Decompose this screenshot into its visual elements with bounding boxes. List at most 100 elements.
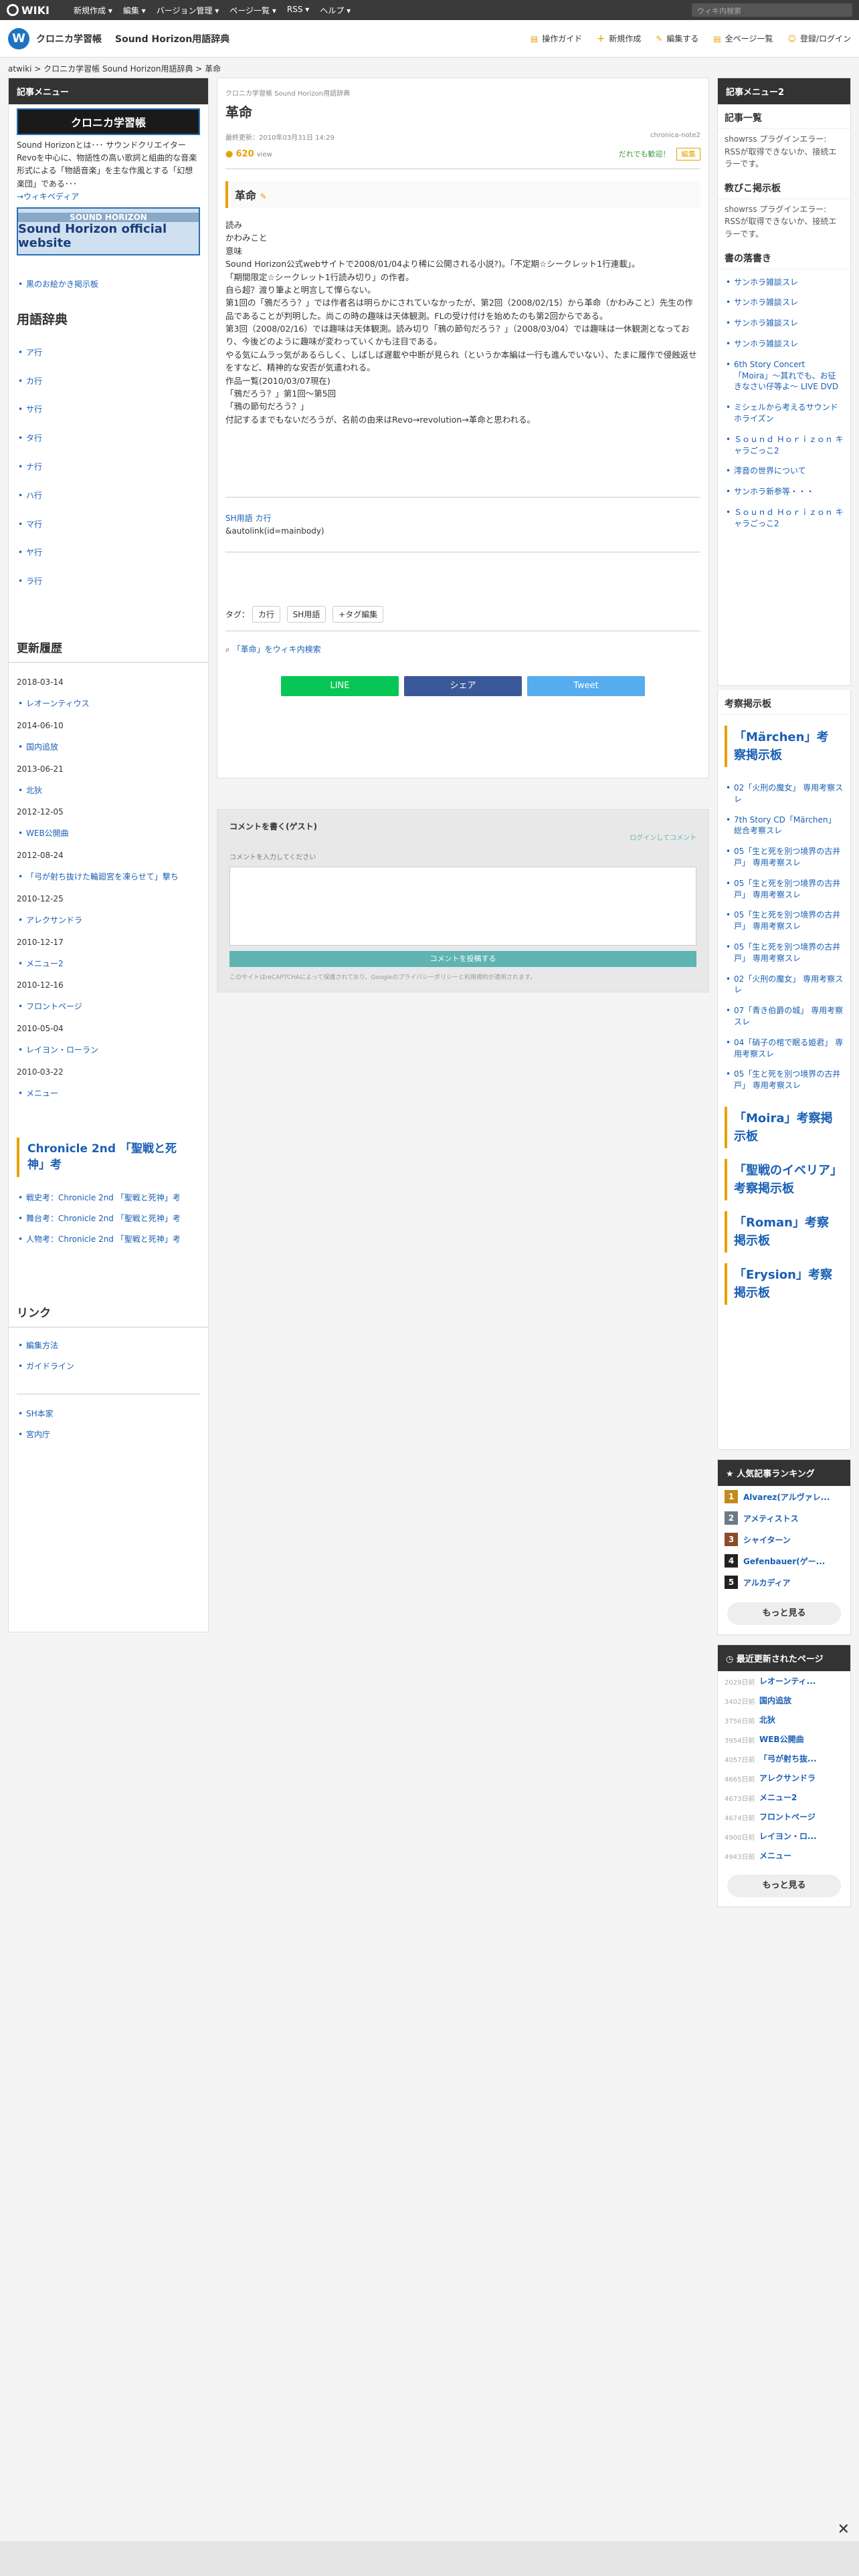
wiki-search-text[interactable]: 「革命」をウィキ内検索	[233, 645, 321, 654]
recent-link[interactable]: 「弓が射ち抜...	[759, 1753, 817, 1764]
dict-ta[interactable]: タ行	[17, 428, 200, 449]
marchen-link[interactable]: 02「火刑の魔女」 専用考察スレ	[734, 783, 843, 804]
recent-link[interactable]: WEB公開曲	[759, 1733, 804, 1745]
rank-link[interactable]: Alvarez(アルヴァレ...	[743, 1491, 830, 1503]
facebook-share-button[interactable]: シェア	[404, 676, 522, 696]
recent-item[interactable]: 4900日前 レイヨン・ロ...	[718, 1826, 850, 1846]
article-crumb[interactable]: クロニカ学習帳 Sound Horizon用語辞典	[225, 88, 700, 98]
marchen-link[interactable]: 7th Story CD「Märchen」総合考察スレ	[734, 815, 836, 836]
shonin-item[interactable]: 澪音の世界について	[725, 461, 844, 481]
link-item[interactable]: 宮内庁	[17, 1424, 200, 1445]
history-item[interactable]: フロントページ	[17, 996, 200, 1017]
recent-link[interactable]: メニュー	[759, 1850, 791, 1861]
recent-link[interactable]: フロントページ	[759, 1811, 816, 1822]
bbs-link-text[interactable]: 黒のお絵かき掲示板	[26, 280, 98, 289]
line-share-button[interactable]: LINE	[281, 676, 399, 696]
marchen-link[interactable]: 05「生と死を別つ境界の古井戸」 専用考察スレ	[734, 847, 840, 867]
history-link[interactable]: 国内追放	[26, 742, 58, 752]
recent-item[interactable]: 4057日前 「弓が射ち抜...	[718, 1749, 850, 1768]
login-button[interactable]: ☺ 登録/ログイン	[787, 33, 851, 44]
shonin-link[interactable]: Ｓｏｕｎｄ Ｈｏｒｉｚｏｎ キャラごっこ2	[734, 435, 844, 455]
recent-link[interactable]: アレクサンドラ	[759, 1772, 816, 1784]
history-item[interactable]: WEB公開曲	[17, 823, 200, 844]
recent-link[interactable]: レイヨン・ロ...	[759, 1830, 817, 1842]
tag-ka[interactable]: カ行	[252, 606, 280, 623]
wikipedia-link[interactable]: →ウィキペディア	[17, 192, 79, 201]
marchen-link[interactable]: 07「青き伯爵の城」 専用考察スレ	[734, 1006, 843, 1027]
recent-item[interactable]: 3402日前 国内追放	[718, 1691, 850, 1710]
shonin-item[interactable]: 6th Story Concert 「Moira」〜其れでも、お征きなさい仔等よ…	[725, 354, 844, 397]
shonin-item[interactable]: サンホラ雑談スレ	[725, 292, 844, 313]
dict-ha-link[interactable]: ハ行	[26, 491, 42, 500]
menu-edit[interactable]: 編集 ▾	[123, 5, 146, 16]
marchen-item[interactable]: 05「生と死を別つ境界の古井戸」 専用考察スレ	[725, 905, 844, 937]
history-item[interactable]: 「弓が射ち抜けた輪廻宮を凍らせて」撃ち	[17, 867, 200, 887]
marchen-link[interactable]: 02「火刑の魔女」 専用考察スレ	[734, 974, 843, 995]
heading-edit-icon[interactable]: ✎	[260, 192, 267, 201]
rank-link[interactable]: アルカディア	[743, 1577, 791, 1588]
history-link[interactable]: アレクサンドラ	[26, 916, 82, 925]
recent-item[interactable]: 4943日前 メニュー	[718, 1846, 850, 1865]
history-item[interactable]: 北狄	[17, 780, 200, 801]
dict-ma[interactable]: マ行	[17, 514, 200, 535]
search-input[interactable]: ウィキ内検索	[692, 3, 852, 17]
recent-item[interactable]: 2029日前 レオーンティ...	[718, 1671, 850, 1691]
recent-link[interactable]: 国内追放	[759, 1695, 791, 1706]
marchen-item[interactable]: 05「生と死を別つ境界の古井戸」 専用考察スレ	[725, 873, 844, 905]
shonin-link[interactable]: ミシェルから考えるサウンドホライズン	[734, 403, 838, 423]
dict-ma-link[interactable]: マ行	[26, 520, 42, 529]
marchen-item[interactable]: 07「青き伯爵の城」 専用考察スレ	[725, 1000, 844, 1033]
shonin-item[interactable]: サンホラ雑談スレ	[725, 313, 844, 334]
comment-submit-button[interactable]: コメントを投稿する	[229, 951, 696, 967]
new-page-button[interactable]: ＋ 新規作成	[597, 33, 641, 44]
recent-item[interactable]: 4673日前 メニュー2	[718, 1788, 850, 1807]
sh-official-banner[interactable]: SOUND HORIZON Sound Horizon official webs…	[17, 207, 200, 255]
dict-ra[interactable]: ラ行	[17, 571, 200, 592]
history-item[interactable]: アレクサンドラ	[17, 910, 200, 931]
dict-ya-link[interactable]: ヤ行	[26, 548, 42, 557]
breadcrumb[interactable]: atwiki > クロニカ学習帳 Sound Horizon用語辞典 > 革命	[0, 58, 859, 78]
roman-board-link[interactable]: 「Roman」考察掲示板	[725, 1210, 844, 1253]
shonin-item[interactable]: サンホラ新参等・・・	[725, 481, 844, 502]
shonin-link[interactable]: サンホラ新参等・・・	[734, 487, 814, 496]
dict-ya[interactable]: ヤ行	[17, 542, 200, 563]
site-title[interactable]: クロニカ学習帳 Sound Horizon用語辞典	[36, 32, 229, 45]
comment-login-link[interactable]: ログインしてコメント	[229, 832, 696, 842]
comment-textarea[interactable]	[229, 867, 696, 946]
edit-button[interactable]: 編集	[676, 148, 700, 160]
marchen-item[interactable]: 02「火刑の魔女」 専用考察スレ	[725, 969, 844, 1001]
marchen-item[interactable]: 05「生と死を別つ境界の古井戸」 専用考察スレ	[725, 937, 844, 969]
history-link[interactable]: フロントページ	[26, 1002, 82, 1011]
shonin-item[interactable]: サンホラ雑談スレ	[725, 272, 844, 293]
menu-new[interactable]: 新規作成 ▾	[74, 5, 112, 16]
history-link[interactable]: メニュー2	[26, 959, 64, 968]
history-item[interactable]: レイヨン・ローラン	[17, 1040, 200, 1061]
guide-button[interactable]: ▤ 操作ガイド	[531, 33, 582, 44]
shonin-link[interactable]: サンホラ雑談スレ	[734, 318, 798, 328]
dict-sa[interactable]: サ行	[17, 399, 200, 420]
tag-sh[interactable]: SH用語	[286, 606, 326, 623]
chronicle-item[interactable]: 人物考：Chronicle 2nd 「聖戦と死神」考	[17, 1229, 200, 1250]
dict-a-link[interactable]: ア行	[26, 348, 42, 357]
rank-item-2[interactable]: 2 アメティストス	[718, 1507, 850, 1529]
shonin-link[interactable]: サンホラ雑談スレ	[734, 298, 798, 307]
history-link[interactable]: レイヨン・ローラン	[26, 1045, 98, 1055]
dict-ra-link[interactable]: ラ行	[26, 576, 42, 586]
marchen-link[interactable]: 05「生と死を別つ境界の古井戸」 専用考察スレ	[734, 1069, 840, 1090]
rank-link[interactable]: アメティストス	[743, 1513, 799, 1524]
recent-item[interactable]: 4665日前 アレクサンドラ	[718, 1768, 850, 1788]
link-guideline[interactable]: ガイドライン	[26, 1362, 74, 1371]
shonin-item[interactable]: Ｓｏｕｎｄ Ｈｏｒｉｚｏｎ キャラごっこ2	[725, 502, 844, 534]
shonin-item[interactable]: サンホラ雑談スレ	[725, 334, 844, 354]
recent-item[interactable]: 4674日前 フロントページ	[718, 1807, 850, 1826]
recent-more-button[interactable]: もっと見る	[727, 1874, 841, 1897]
category-link[interactable]: SH用語 カ行	[225, 514, 271, 523]
ranking-more-button[interactable]: もっと見る	[727, 1602, 841, 1625]
marchen-item[interactable]: 04「硝子の棺で眠る姫君」 専用考察スレ	[725, 1033, 844, 1065]
marchen-item[interactable]: 02「火刑の魔女」 専用考察スレ	[725, 778, 844, 810]
wiki-search-link[interactable]: ⌕ 「革命」をウィキ内検索	[225, 631, 700, 655]
tweet-button[interactable]: Tweet	[527, 676, 645, 696]
dict-ka-link[interactable]: カ行	[26, 377, 42, 386]
tag-edit-button[interactable]: +タグ編集	[332, 606, 384, 623]
chronicle-item[interactable]: 戦史考：Chronicle 2nd 「聖戦と死神」考	[17, 1188, 200, 1208]
